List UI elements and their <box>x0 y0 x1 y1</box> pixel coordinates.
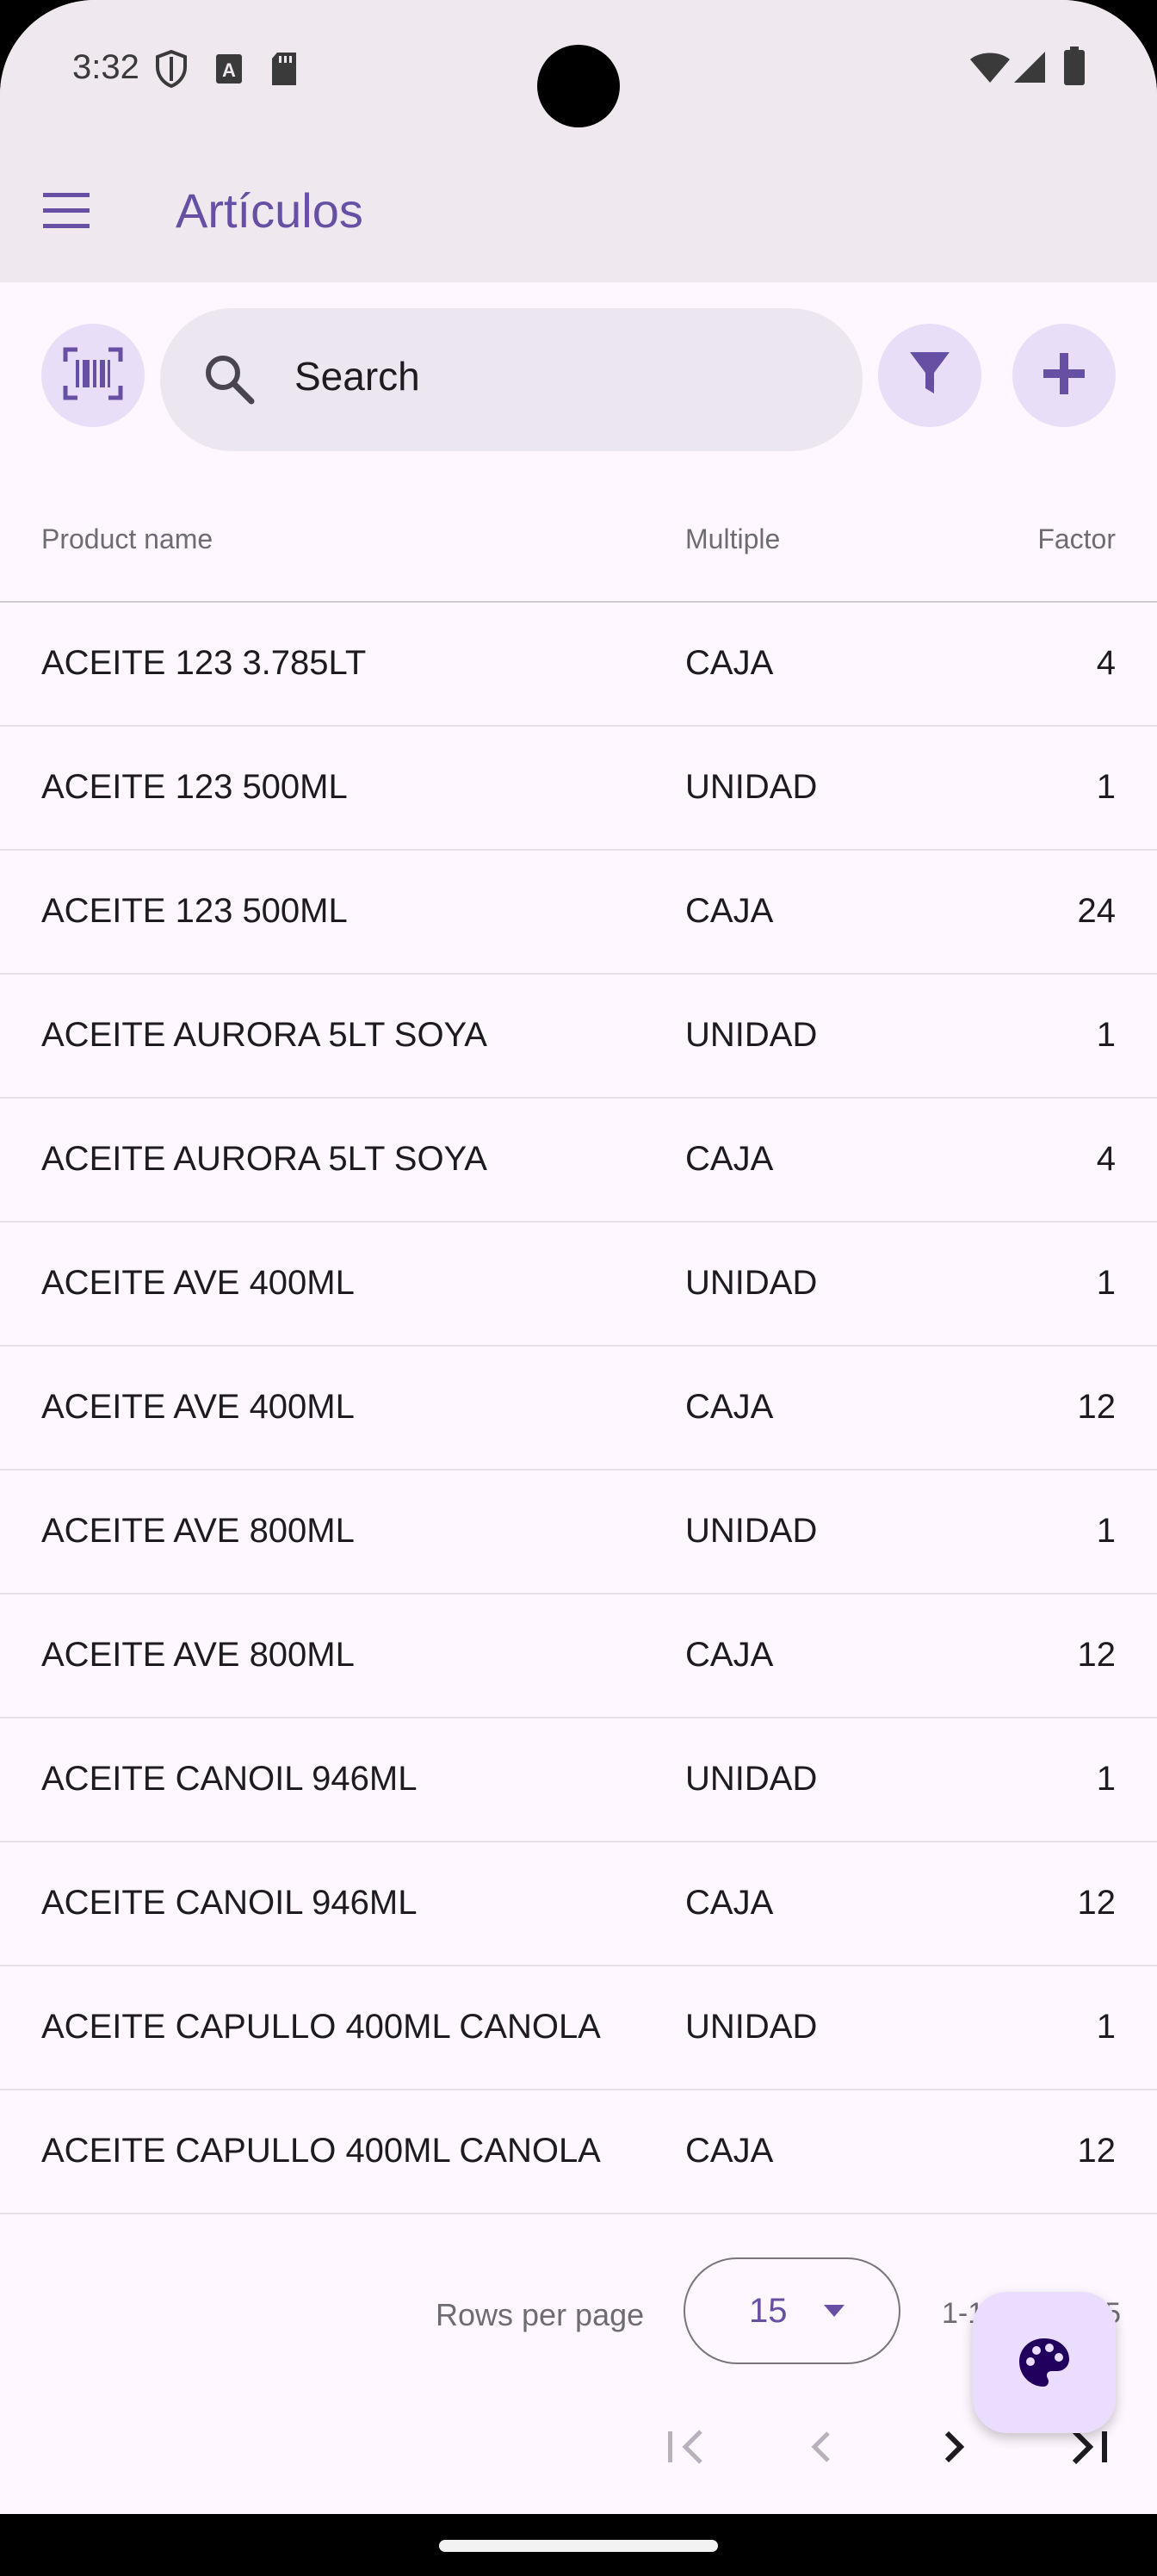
add-button[interactable] <box>1012 324 1116 427</box>
column-header-product-name[interactable]: Product name <box>41 523 213 555</box>
multiple-cell: UNIDAD <box>685 2008 818 2046</box>
column-header-multiple[interactable]: Multiple <box>685 523 780 555</box>
filter-button[interactable] <box>878 324 981 427</box>
table-row[interactable]: ACEITE 123 500ML UNIDAD 1 <box>0 727 1157 851</box>
table-row[interactable]: ACEITE 123 500ML CAJA 24 <box>0 851 1157 975</box>
sd-card-icon <box>270 52 298 90</box>
factor-cell: 12 <box>1077 1636 1117 1674</box>
table-row[interactable]: ACEITE 123 3.785LT CAJA 4 <box>0 603 1157 727</box>
factor-cell: 24 <box>1077 892 1117 930</box>
table-row[interactable]: ACEITE CAPULLO 400ML CANOLA UNIDAD 1 <box>0 1966 1157 2090</box>
factor-cell: 4 <box>1096 644 1116 682</box>
rows-per-page-label: Rows per page <box>436 2297 645 2332</box>
svg-text:A: A <box>222 59 236 81</box>
next-page-button[interactable] <box>923 2416 985 2478</box>
camera-cutout <box>537 45 620 127</box>
product-name-cell: ACEITE CANOIL 946ML <box>41 1884 418 1922</box>
table-row[interactable]: ACEITE AURORA 5LT SOYA CAJA 4 <box>0 1099 1157 1223</box>
status-bar: 3:32 A <box>0 0 1157 138</box>
table-row[interactable]: ACEITE CANOIL 946ML CAJA 12 <box>0 1842 1157 1966</box>
multiple-cell: CAJA <box>685 2132 774 2170</box>
previous-page-button[interactable] <box>790 2416 852 2478</box>
column-header-factor[interactable]: Factor <box>1037 523 1116 555</box>
page-title: Artículos <box>176 183 363 238</box>
status-time: 3:32 <box>72 48 139 86</box>
search-placeholder: Search <box>294 354 420 399</box>
shield-icon <box>155 49 188 92</box>
product-name-cell: ACEITE CAPULLO 400ML CANOLA <box>41 2008 601 2046</box>
table-row[interactable]: ACEITE AVE 800ML CAJA 12 <box>0 1595 1157 1718</box>
app-screen: 3:32 A Artículos Search Product name Mul… <box>0 0 1157 2514</box>
multiple-cell: UNIDAD <box>685 1760 818 1798</box>
multiple-cell: CAJA <box>685 1140 774 1178</box>
product-name-cell: ACEITE AURORA 5LT SOYA <box>41 1140 487 1178</box>
product-name-cell: ACEITE 123 500ML <box>41 892 348 930</box>
table-body: ACEITE 123 3.785LT CAJA 4 ACEITE 123 500ML U… <box>0 603 1157 2214</box>
product-name-cell: ACEITE AVE 400ML <box>41 1388 355 1426</box>
plus-icon <box>1042 351 1086 400</box>
theme-fab[interactable] <box>973 2292 1116 2433</box>
multiple-cell: UNIDAD <box>685 768 818 806</box>
barcode-scan-button[interactable] <box>41 324 145 427</box>
next-page-icon <box>923 2430 985 2481</box>
factor-cell: 1 <box>1096 1512 1116 1550</box>
product-name-cell: ACEITE 123 3.785LT <box>41 644 367 682</box>
product-name-cell: ACEITE AURORA 5LT SOYA <box>41 1016 487 1054</box>
multiple-cell: CAJA <box>685 1884 774 1922</box>
battery-icon <box>1062 46 1086 90</box>
multiple-cell: UNIDAD <box>685 1512 818 1550</box>
factor-cell: 1 <box>1096 1264 1116 1302</box>
app-bar: Artículos <box>0 138 1157 282</box>
product-name-cell: ACEITE AVE 800ML <box>41 1636 355 1674</box>
search-icon <box>201 351 257 411</box>
factor-cell: 1 <box>1096 1016 1116 1054</box>
signal-icon <box>1012 50 1047 89</box>
rows-per-page-value: 15 <box>749 2292 788 2330</box>
table-row[interactable]: ACEITE CANOIL 946ML UNIDAD 1 <box>0 1718 1157 1842</box>
barcode-scan-icon <box>62 346 124 406</box>
search-input[interactable]: Search <box>160 308 863 451</box>
product-name-cell: ACEITE 123 500ML <box>41 768 348 806</box>
multiple-cell: UNIDAD <box>685 1264 818 1302</box>
multiple-cell: CAJA <box>685 644 774 682</box>
factor-cell: 12 <box>1077 2132 1117 2170</box>
last-page-icon <box>1057 2429 1119 2481</box>
gesture-navigation-bar[interactable] <box>439 2540 718 2552</box>
table-row[interactable]: ACEITE CAPULLO 400ML CANOLA CAJA 12 <box>0 2090 1157 2214</box>
table-row[interactable]: ACEITE AURORA 5LT SOYA UNIDAD 1 <box>0 975 1157 1099</box>
factor-cell: 1 <box>1096 768 1116 806</box>
factor-cell: 12 <box>1077 1884 1117 1922</box>
table-row[interactable]: ACEITE AVE 400ML CAJA 12 <box>0 1347 1157 1471</box>
factor-cell: 4 <box>1096 1140 1116 1178</box>
product-name-cell: ACEITE AVE 800ML <box>41 1512 355 1550</box>
top-bar-background: 3:32 A Artículos <box>0 0 1157 282</box>
table-header: Product name Multiple Factor <box>0 499 1157 603</box>
products-table: Product name Multiple Factor ACEITE 123 … <box>0 499 1157 2214</box>
multiple-cell: CAJA <box>685 892 774 930</box>
text-icon: A <box>215 53 243 89</box>
factor-cell: 12 <box>1077 1388 1117 1426</box>
first-page-button[interactable] <box>656 2416 718 2478</box>
product-name-cell: ACEITE AVE 400ML <box>41 1264 355 1302</box>
factor-cell: 1 <box>1096 2008 1116 2046</box>
product-name-cell: ACEITE CAPULLO 400ML CANOLA <box>41 2132 601 2170</box>
multiple-cell: UNIDAD <box>685 1016 818 1054</box>
filter-icon <box>908 350 951 401</box>
first-page-icon <box>656 2430 718 2481</box>
wifi-icon <box>969 52 1011 89</box>
multiple-cell: CAJA <box>685 1636 774 1674</box>
multiple-cell: CAJA <box>685 1388 774 1426</box>
factor-cell: 1 <box>1096 1760 1116 1798</box>
hamburger-menu-icon[interactable] <box>40 189 95 232</box>
rows-per-page-select[interactable]: 15 <box>684 2257 900 2364</box>
dropdown-caret-icon <box>823 2304 845 2322</box>
previous-page-icon <box>790 2431 852 2481</box>
table-row[interactable]: ACEITE AVE 400ML UNIDAD 1 <box>0 1223 1157 1347</box>
product-name-cell: ACEITE CANOIL 946ML <box>41 1760 418 1798</box>
table-row[interactable]: ACEITE AVE 800ML UNIDAD 1 <box>0 1471 1157 1595</box>
